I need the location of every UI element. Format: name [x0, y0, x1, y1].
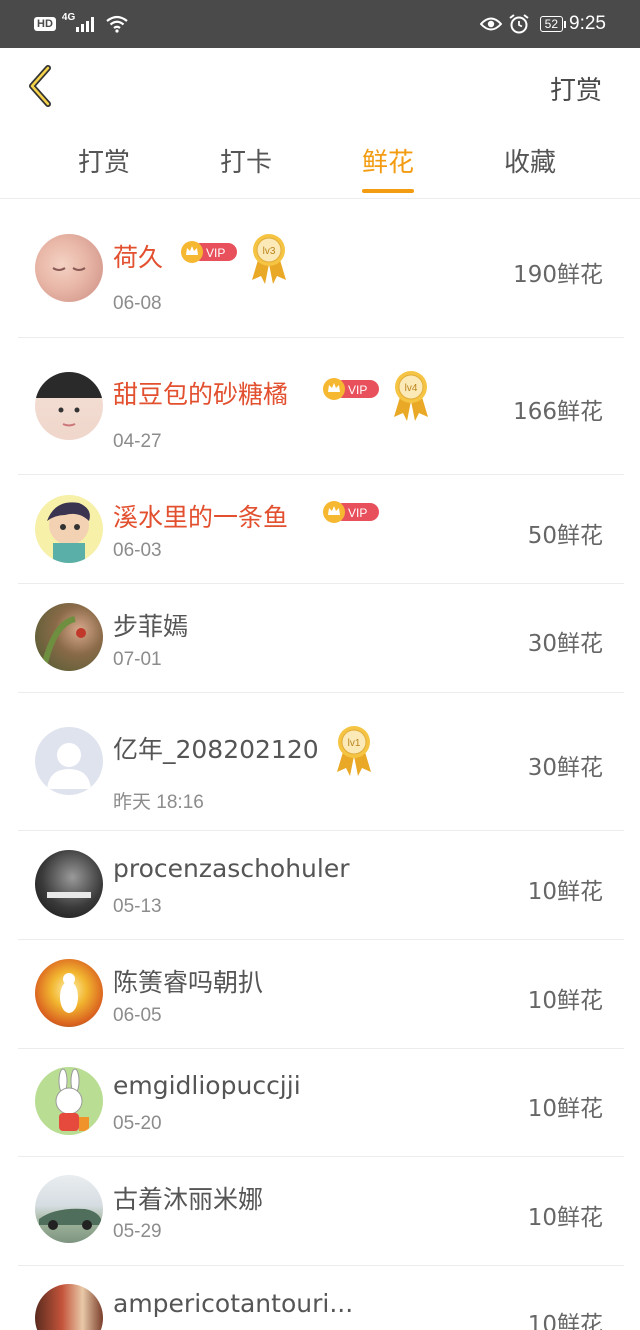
- eye-icon: [479, 17, 502, 31]
- tab-checkin[interactable]: 打卡: [220, 142, 272, 179]
- user-name[interactable]: procenzaschohuler: [113, 854, 350, 883]
- list-item[interactable]: 步菲嫣 07-01 30鲜花: [18, 583, 624, 693]
- flower-amount: 10鲜花: [527, 1096, 603, 1122]
- list-item[interactable]: 陈箦睿吗朝扒 06-05 10鲜花: [18, 939, 624, 1049]
- vip-text: VIP: [348, 506, 367, 520]
- flower-amount: 30鲜花: [527, 631, 603, 657]
- tab-reward[interactable]: 打赏: [78, 142, 130, 179]
- back-button[interactable]: [22, 62, 62, 110]
- chevron-left-icon: [29, 65, 51, 107]
- vip-text: VIP: [206, 246, 225, 260]
- flower-amount: 190鲜花: [513, 262, 603, 288]
- vip-badge: VIP: [180, 240, 238, 264]
- flower-amount: 30鲜花: [527, 755, 603, 781]
- list-item[interactable]: ampericotantouri... 10鲜花: [18, 1265, 624, 1330]
- level-medal-icon: lv1: [333, 724, 375, 778]
- user-name[interactable]: 甜豆包的砂糖橘: [113, 375, 288, 411]
- user-name[interactable]: 陈箦睿吗朝扒: [113, 963, 263, 999]
- user-name[interactable]: 步菲嫣: [113, 607, 188, 643]
- list-item[interactable]: 古着沐丽米娜 05-29 10鲜花: [18, 1156, 624, 1266]
- user-name[interactable]: 荷久: [113, 238, 163, 274]
- list-item[interactable]: 荷久 VIP lv3 06-08 190鲜花: [18, 200, 624, 338]
- date: 04-27: [113, 431, 162, 452]
- list-item[interactable]: emgidliopuccjji 05-20 10鲜花: [18, 1048, 624, 1157]
- default-user-icon: [47, 743, 91, 789]
- avatar[interactable]: [35, 603, 103, 671]
- tab-bar: 打赏 打卡 鲜花 收藏: [0, 132, 640, 199]
- avatar[interactable]: [35, 850, 103, 918]
- date: 05-13: [113, 896, 162, 917]
- flower-amount: 10鲜花: [527, 1205, 603, 1231]
- tab-label: 鲜花: [362, 148, 415, 178]
- avatar[interactable]: [35, 1284, 103, 1330]
- list-item[interactable]: 甜豆包的砂糖橘 VIP lv4 04-27 166鲜花: [18, 337, 624, 475]
- wifi-icon: [106, 15, 128, 33]
- level-text: lv4: [405, 383, 418, 394]
- level-medal-icon: lv4: [390, 369, 432, 423]
- signal-icon: [76, 16, 96, 32]
- tab-label: 打卡: [220, 148, 273, 178]
- date: 06-03: [113, 540, 162, 561]
- avatar[interactable]: [35, 1175, 103, 1243]
- user-name[interactable]: 古着沐丽米娜: [113, 1180, 263, 1216]
- tab-favorites[interactable]: 收藏: [504, 142, 556, 179]
- level-medal-icon: lv3: [248, 232, 290, 286]
- tab-flowers[interactable]: 鲜花: [362, 142, 415, 193]
- tab-label: 打赏: [78, 148, 131, 178]
- date: 07-01: [113, 649, 162, 670]
- user-name[interactable]: 亿年_208202120: [113, 730, 319, 766]
- date: 昨天 18:16: [113, 792, 204, 813]
- list-item[interactable]: 溪水里的一条鱼 VIP 06-03 50鲜花: [18, 474, 624, 584]
- date: 05-20: [113, 1113, 162, 1134]
- avatar[interactable]: [35, 1067, 103, 1135]
- vip-badge: VIP: [322, 500, 380, 524]
- avatar[interactable]: [35, 727, 103, 795]
- battery-icon: 52: [539, 16, 567, 32]
- flower-amount: 50鲜花: [527, 523, 603, 549]
- level-text: lv1: [348, 738, 361, 749]
- tab-label: 收藏: [504, 148, 557, 178]
- active-tab-indicator: [362, 189, 415, 193]
- list-item[interactable]: procenzaschohuler 05-13 10鲜花: [18, 830, 624, 940]
- avatar[interactable]: [35, 959, 103, 1027]
- user-name[interactable]: emgidliopuccjji: [113, 1071, 301, 1100]
- flower-amount: 10鲜花: [527, 1312, 603, 1330]
- user-name[interactable]: ampericotantouri...: [113, 1289, 353, 1318]
- date: 05-29: [113, 1221, 162, 1242]
- vip-text: VIP: [348, 383, 367, 397]
- network-type: 4G: [61, 11, 76, 23]
- user-name[interactable]: 溪水里的一条鱼: [113, 498, 288, 534]
- avatar[interactable]: [35, 495, 103, 563]
- avatar[interactable]: [35, 372, 103, 440]
- date: 06-08: [113, 293, 162, 314]
- flower-amount: 10鲜花: [527, 879, 603, 905]
- level-text: lv3: [263, 246, 276, 257]
- list-item[interactable]: 亿年_208202120 lv1 昨天 18:16 30鲜花: [18, 692, 624, 831]
- hd-badge: HD: [34, 17, 56, 31]
- status-bar: HD 4G 52 9:25: [0, 0, 640, 48]
- flower-amount: 10鲜花: [527, 988, 603, 1014]
- clock: 9:25: [569, 13, 606, 34]
- reward-header-button[interactable]: 打赏: [550, 70, 602, 107]
- avatar[interactable]: [35, 234, 103, 302]
- date: 06-05: [113, 1005, 162, 1026]
- alarm-icon: [509, 14, 529, 34]
- vip-badge: VIP: [322, 377, 380, 401]
- flower-amount: 166鲜花: [513, 399, 603, 425]
